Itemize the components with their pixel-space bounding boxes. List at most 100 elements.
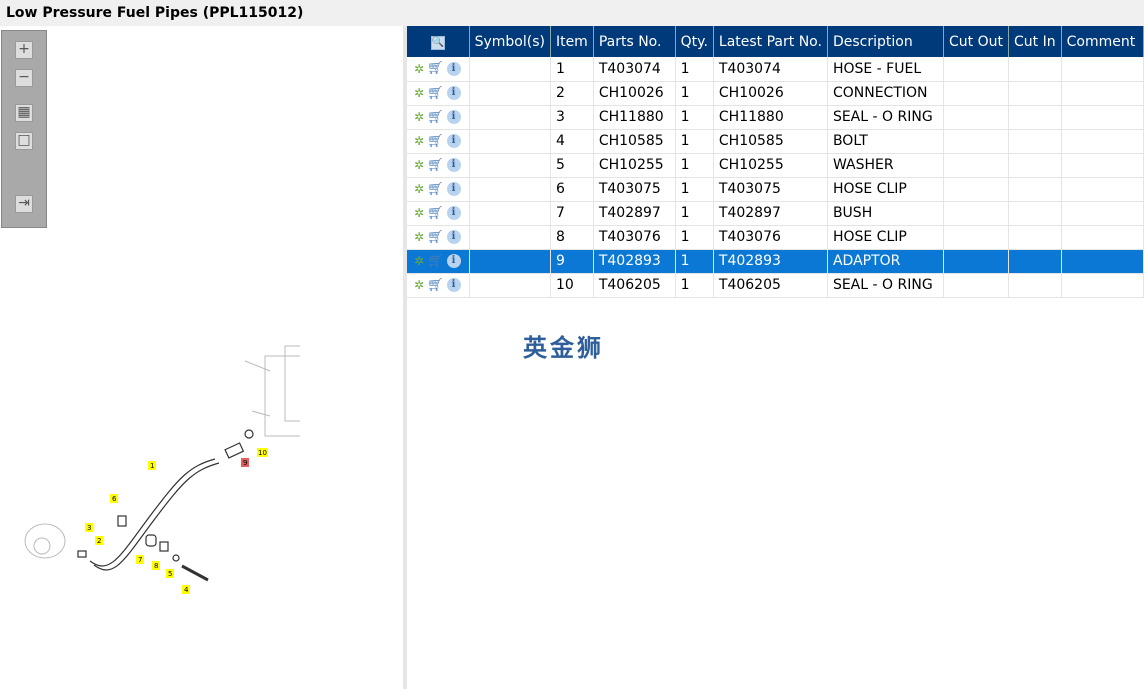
callout-5[interactable]: 5 (168, 570, 172, 578)
cell-latest-part-no: CH10255 (713, 153, 828, 178)
gear-icon[interactable]: ✲ (414, 230, 424, 244)
cell-cut-out (943, 177, 1010, 202)
col-qty[interactable]: Qty. (675, 26, 714, 57)
gear-icon[interactable]: ✲ (414, 62, 424, 76)
cell-item: 8 (550, 225, 594, 250)
callout-8[interactable]: 8 (154, 562, 158, 570)
table-row[interactable]: ✲ 🛒︎ i 8 T403076 1 T403076 HOSE CLIP (407, 225, 1144, 250)
cell-part-no: T402893 (593, 249, 676, 274)
cell-latest-part-no: T403075 (713, 177, 828, 202)
cell-item: 4 (550, 129, 594, 154)
info-icon[interactable]: i (446, 86, 461, 100)
cell-cut-in (1008, 129, 1062, 154)
table-search-button[interactable]: 🔍 (407, 26, 470, 57)
cell-symbols (469, 201, 551, 226)
col-cut-out[interactable]: Cut Out (943, 26, 1010, 57)
cell-part-no: T403076 (593, 225, 676, 250)
gear-icon[interactable]: ✲ (414, 110, 424, 124)
gear-icon[interactable]: ✲ (414, 206, 424, 220)
cell-latest-part-no: CH11880 (713, 105, 828, 130)
gear-icon[interactable]: ✲ (414, 278, 424, 292)
actual-size-button[interactable]: □ (15, 132, 33, 150)
col-cut-in[interactable]: Cut In (1008, 26, 1062, 57)
info-icon[interactable]: i (446, 134, 461, 148)
cell-cut-in (1008, 57, 1062, 82)
col-description[interactable]: Description (827, 26, 945, 57)
cart-icon[interactable]: 🛒︎ (427, 158, 444, 173)
parts-diagram[interactable]: 1 2 3 4 5 6 7 8 9 10 (0, 316, 300, 616)
cell-cut-out (943, 153, 1010, 178)
cell-item: 6 (550, 177, 594, 202)
cart-icon[interactable]: 🛒︎ (427, 86, 444, 101)
info-icon[interactable]: i (446, 230, 461, 244)
table-row[interactable]: ✲ 🛒︎ i 2 CH10026 1 CH10026 CONNECTION (407, 81, 1144, 106)
cell-latest-part-no: T406205 (713, 273, 828, 298)
col-item[interactable]: Item (550, 26, 594, 57)
zoom-in-button[interactable]: + (15, 41, 33, 59)
table-row[interactable]: ✲ 🛒︎ i 9 T402893 1 T402893 ADAPTOR (407, 249, 1144, 274)
cell-symbols (469, 225, 551, 250)
cart-icon[interactable]: 🛒︎ (427, 230, 444, 245)
callout-10[interactable]: 10 (258, 449, 267, 457)
callout-6[interactable]: 6 (112, 495, 117, 503)
col-parts-no[interactable]: Parts No. (593, 26, 676, 57)
cart-icon[interactable]: 🛒︎ (427, 110, 444, 125)
fit-view-button[interactable]: ▦ (15, 104, 33, 122)
table-row[interactable]: ✲ 🛒︎ i 10 T406205 1 T406205 SEAL - O RING (407, 273, 1144, 298)
col-comment[interactable]: Comment (1061, 26, 1144, 57)
table-row[interactable]: ✲ 🛒︎ i 5 CH10255 1 CH10255 WASHER (407, 153, 1144, 178)
cell-part-no: T402897 (593, 201, 676, 226)
cell-item: 2 (550, 81, 594, 106)
cell-qty: 1 (675, 153, 714, 178)
table-row[interactable]: ✲ 🛒︎ i 4 CH10585 1 CH10585 BOLT (407, 129, 1144, 154)
gear-icon[interactable]: ✲ (414, 134, 424, 148)
export-button[interactable]: ⇥ (15, 195, 33, 213)
cell-comment (1061, 225, 1144, 250)
cart-icon[interactable]: 🛒︎ (427, 182, 444, 197)
info-icon[interactable]: i (446, 254, 461, 268)
gear-icon[interactable]: ✲ (414, 254, 424, 268)
callout-4[interactable]: 4 (184, 586, 189, 594)
gear-icon[interactable]: ✲ (414, 182, 424, 196)
callout-9[interactable]: 9 (243, 459, 247, 467)
cart-icon[interactable]: 🛒︎ (427, 134, 444, 149)
cell-cut-in (1008, 225, 1062, 250)
col-symbols[interactable]: Symbol(s) (469, 26, 551, 57)
info-icon[interactable]: i (446, 158, 461, 172)
cell-item: 3 (550, 105, 594, 130)
cell-part-no: CH10255 (593, 153, 676, 178)
callout-2[interactable]: 2 (97, 537, 101, 545)
gear-icon[interactable]: ✲ (414, 86, 424, 100)
cell-description: SEAL - O RING (827, 105, 945, 130)
cart-icon[interactable]: 🛒︎ (427, 254, 444, 269)
cell-part-no: CH10585 (593, 129, 676, 154)
cart-icon[interactable]: 🛒︎ (427, 61, 444, 76)
col-latest-part-no[interactable]: Latest Part No. (713, 26, 828, 57)
cart-icon[interactable]: 🛒︎ (427, 206, 444, 221)
diagram-pane[interactable]: + − ▦ □ ⇥ 1 2 3 4 5 6 7 8 9 10 (0, 26, 403, 689)
callout-1[interactable]: 1 (150, 462, 154, 470)
zoom-out-button[interactable]: − (15, 69, 33, 87)
cart-icon[interactable]: 🛒︎ (427, 278, 444, 293)
table-row[interactable]: ✲ 🛒︎ i 1 T403074 1 T403074 HOSE - FUEL (407, 57, 1144, 82)
info-icon[interactable]: i (446, 110, 461, 124)
cell-qty: 1 (675, 105, 714, 130)
cell-cut-out (943, 129, 1010, 154)
cell-part-no: T403075 (593, 177, 676, 202)
table-row[interactable]: ✲ 🛒︎ i 7 T402897 1 T402897 BUSH (407, 201, 1144, 226)
cell-cut-in (1008, 81, 1062, 106)
info-icon[interactable]: i (446, 206, 461, 220)
info-icon[interactable]: i (446, 61, 461, 76)
cell-comment (1061, 177, 1144, 202)
table-row[interactable]: ✲ 🛒︎ i 3 CH11880 1 CH11880 SEAL - O RING (407, 105, 1144, 130)
cell-part-no: T403074 (593, 57, 676, 82)
gear-icon[interactable]: ✲ (414, 158, 424, 172)
cell-qty: 1 (675, 201, 714, 226)
info-icon[interactable]: i (446, 182, 461, 196)
callout-3[interactable]: 3 (87, 524, 91, 532)
cell-cut-out (943, 249, 1010, 274)
cell-latest-part-no: T403074 (713, 57, 828, 82)
callout-7[interactable]: 7 (138, 556, 142, 564)
table-row[interactable]: ✲ 🛒︎ i 6 T403075 1 T403075 HOSE CLIP (407, 177, 1144, 202)
info-icon[interactable]: i (446, 278, 461, 292)
